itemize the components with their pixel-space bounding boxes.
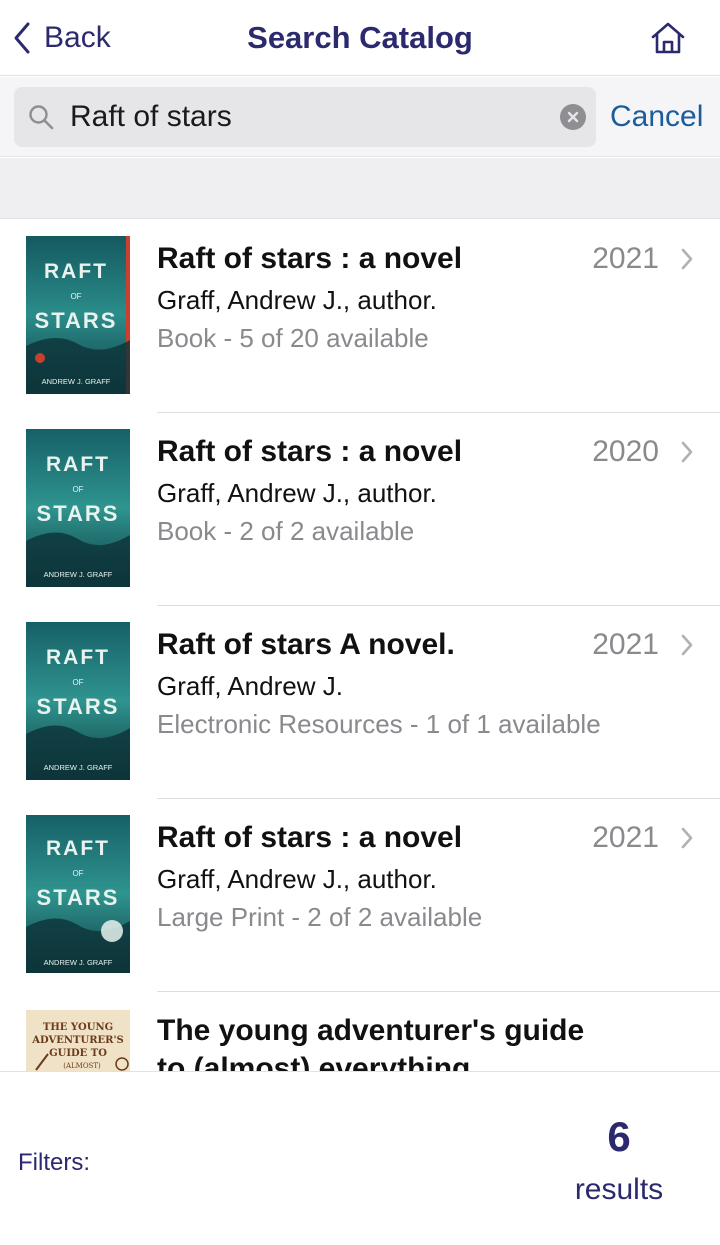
result-author: Graff, Andrew J., author. — [157, 285, 437, 315]
cover-title-line: OF — [72, 869, 83, 878]
chevron-right-icon — [681, 441, 693, 463]
cover-title-line: STARS — [35, 308, 118, 333]
cover-title-line: RAFT — [44, 260, 108, 283]
result-availability: Book - 5 of 20 available — [157, 323, 429, 353]
search-field[interactable] — [14, 87, 596, 147]
list-item[interactable]: THE YOUNG ADVENTURER'S GUIDE TO (ALMOST)… — [0, 992, 720, 1071]
result-author: Graff, Andrew J., author. — [157, 864, 437, 894]
list-item[interactable]: RAFT OF STARS ANDREW J. GRAFF Raft of st… — [0, 799, 720, 992]
result-count: 6 — [607, 1113, 631, 1160]
book-cover: RAFT OF STARS ANDREW J. GRAFF — [26, 429, 130, 587]
book-cover: RAFT OF STARS ANDREW J. GRAFF — [26, 236, 130, 394]
cover-title-line: STARS — [37, 885, 120, 910]
cover-title-line: RAFT — [46, 453, 110, 476]
cover-title-line: OF — [72, 678, 83, 687]
cancel-button[interactable]: Cancel — [610, 97, 703, 137]
result-availability: Electronic Resources - 1 of 1 available — [157, 709, 601, 739]
home-icon — [651, 22, 685, 54]
result-availability: Book - 2 of 2 available — [157, 516, 415, 546]
result-title: The young adventurer's guide to (almost)… — [157, 1014, 585, 1071]
cover-title-line: THE YOUNG — [43, 1022, 113, 1033]
result-year: 2021 — [592, 821, 659, 854]
cover-byline: ANDREW J. GRAFF — [44, 958, 113, 967]
cover-title-line: ADVENTURER'S — [31, 1035, 123, 1046]
clear-search-button[interactable] — [560, 104, 586, 130]
back-button[interactable]: Back — [12, 18, 111, 58]
cover-title-line: OF — [70, 292, 81, 301]
cover-title-line: OF — [72, 485, 83, 494]
result-year: 2020 — [592, 435, 659, 468]
list-item[interactable]: RAFT OF STARS ANDREW J. GRAFF Raft of st… — [0, 220, 720, 413]
book-cover: THE YOUNG ADVENTURER'S GUIDE TO (ALMOST) — [26, 1010, 130, 1071]
chevron-right-icon — [681, 248, 693, 270]
result-count-label: results — [574, 1173, 664, 1206]
results-list[interactable]: RAFT OF STARS ANDREW J. GRAFF Raft of st… — [0, 220, 720, 1071]
result-title: Raft of stars A novel. — [157, 628, 455, 661]
cover-title-line: RAFT — [46, 646, 110, 669]
result-author: Graff, Andrew J. — [157, 671, 343, 701]
result-author: Graff, Andrew J., author. — [157, 478, 437, 508]
back-label: Back — [44, 21, 111, 54]
cover-byline: (ALMOST) — [63, 1062, 101, 1070]
result-title: Raft of stars : a novel — [157, 821, 463, 854]
home-button[interactable] — [648, 18, 688, 58]
list-item[interactable]: RAFT OF STARS ANDREW J. GRAFF Raft of st… — [0, 413, 720, 606]
cover-title-line: STARS — [37, 694, 120, 719]
chevron-right-icon — [681, 634, 693, 656]
chevron-right-icon — [681, 827, 693, 849]
list-item[interactable]: RAFT OF STARS ANDREW J. GRAFF Raft of st… — [0, 606, 720, 799]
search-input[interactable] — [70, 87, 550, 147]
result-availability: Large Print - 2 of 2 available — [157, 902, 483, 932]
cover-byline: ANDREW J. GRAFF — [42, 377, 111, 386]
cover-title-line: STARS — [37, 501, 120, 526]
result-year: 2021 — [592, 628, 659, 661]
bottom-bar: Filters: 6 results — [0, 1071, 720, 1245]
close-icon — [567, 111, 579, 123]
result-title: Raft of stars : a novel — [157, 435, 463, 468]
result-title: Raft of stars : a novel — [157, 242, 463, 275]
result-year: 2021 — [592, 242, 659, 275]
filters-button[interactable]: Filters: — [18, 1148, 90, 1178]
book-cover: RAFT OF STARS ANDREW J. GRAFF — [26, 622, 130, 780]
search-bar: Cancel — [0, 77, 720, 157]
cover-byline: ANDREW J. GRAFF — [44, 570, 113, 579]
search-icon — [29, 105, 54, 130]
chevron-left-icon — [14, 22, 30, 54]
cover-byline: ANDREW J. GRAFF — [44, 763, 113, 772]
nav-bar: Back Search Catalog — [0, 0, 720, 76]
book-cover: RAFT OF STARS ANDREW J. GRAFF — [26, 815, 130, 973]
cover-title-line: RAFT — [46, 837, 110, 860]
results-header-spacer — [0, 158, 720, 219]
cover-title-line: GUIDE TO — [49, 1048, 107, 1059]
